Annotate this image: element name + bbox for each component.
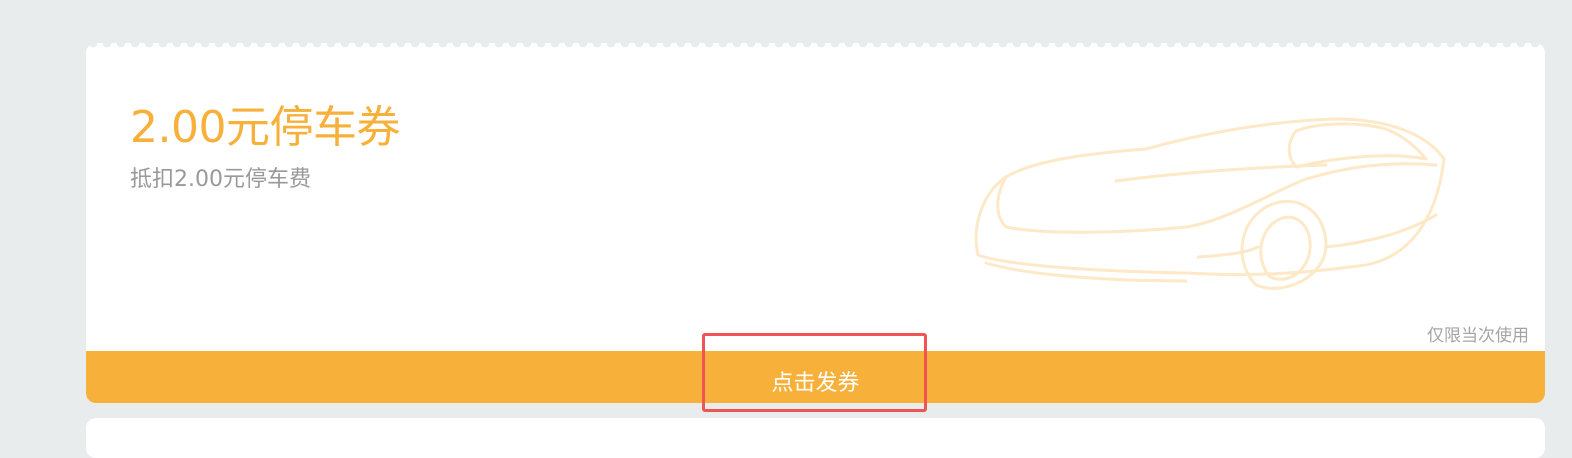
usage-note: 仅限当次使用 [1427,326,1529,346]
car-icon [974,117,1446,290]
issue-coupon-button[interactable]: 点击发券 [86,351,1545,403]
parking-coupon-card: 2.00元停车券 抵扣2.00元停车费 仅限当次使用 点击发券 [86,43,1545,403]
coupon-scalloped-edge [86,43,1545,51]
coupon-subtitle: 抵扣2.00元停车费 [130,167,311,192]
issue-coupon-button-label: 点击发券 [771,370,860,395]
next-coupon-card [86,418,1545,458]
coupon-title: 2.00元停车券 [130,102,400,153]
